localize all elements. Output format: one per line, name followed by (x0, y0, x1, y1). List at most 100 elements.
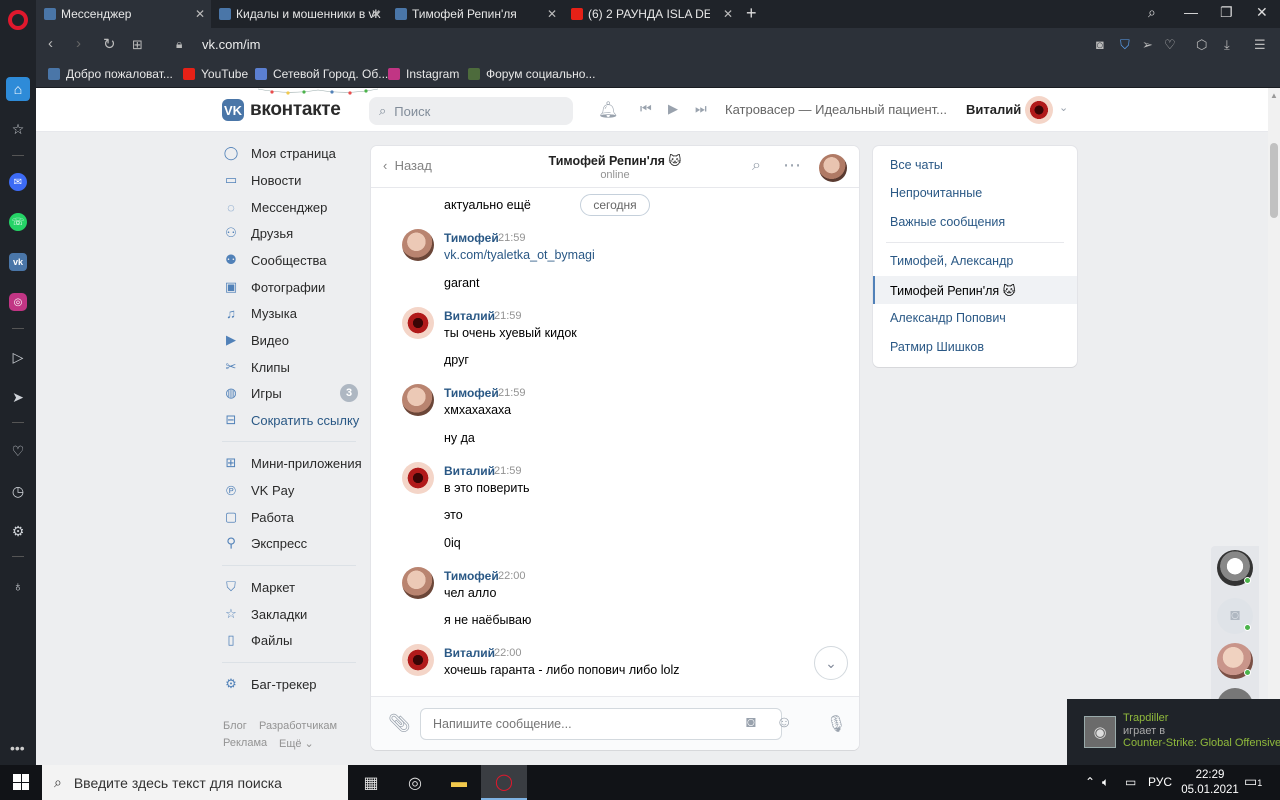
avatar[interactable] (402, 644, 434, 676)
chat-item[interactable]: Александр Попович (873, 304, 1077, 332)
url-field[interactable]: vk.com/im (202, 37, 261, 52)
menu-shorten-link[interactable]: ⊟ Сократить ссылку (222, 410, 362, 430)
close-icon[interactable]: ✕ (195, 7, 205, 21)
steam-notification[interactable]: ◉ Trapdiller играет в Counter-Strike: Gl… (1067, 699, 1280, 765)
header-username[interactable]: Виталий (966, 102, 1021, 117)
window-close-icon[interactable]: ✕ (1256, 4, 1268, 21)
messenger-icon[interactable]: ✉ (9, 173, 27, 191)
menu-mini-apps[interactable]: ⊞ Мини-приложения (222, 453, 362, 473)
steam-icon[interactable]: ◎ (392, 765, 438, 800)
forward-icon[interactable]: › (76, 35, 81, 52)
close-icon[interactable]: ✕ (547, 7, 557, 21)
history-icon[interactable]: ◷ (8, 481, 28, 501)
prev-track-icon[interactable]: ⏮︎ (640, 101, 652, 117)
message-author[interactable]: Тимофей (444, 386, 499, 400)
menu-friends[interactable]: ⚇ Друзья (222, 223, 362, 243)
home-icon[interactable]: ⌂ (6, 77, 30, 101)
vk-icon[interactable]: vk (9, 253, 27, 271)
tab-youtube[interactable]: (6) 2 РАУНДА ISLA DE MUE ✕ (563, 0, 739, 28)
clock[interactable]: 22:29 05.01.2021 (1180, 768, 1240, 798)
page-scrollbar[interactable]: ▲ (1268, 88, 1280, 765)
camera-icon[interactable]: ◙ (746, 714, 756, 732)
instagram-icon[interactable]: ◎ (9, 293, 27, 311)
minimize-icon[interactable]: — (1184, 4, 1198, 20)
filter-all-chats[interactable]: Все чаты (873, 151, 1077, 179)
message-input[interactable] (420, 708, 782, 740)
search-tabs-icon[interactable]: ⌕ (1148, 4, 1156, 21)
next-track-icon[interactable]: ⏭︎ (695, 101, 707, 117)
menu-music[interactable]: ♫ Музыка (222, 303, 362, 323)
footer-developers[interactable]: Разработчикам (259, 720, 337, 732)
favorite-icon[interactable]: ♡ (1164, 37, 1176, 53)
footer-more[interactable]: Ещё ⌄ (279, 737, 314, 750)
more-icon[interactable]: ••• (10, 740, 25, 756)
whatsapp-icon[interactable]: ☏ (9, 213, 27, 231)
share-icon[interactable]: ➢ (1142, 37, 1153, 53)
download-icon[interactable]: ⤓ (1224, 37, 1230, 53)
chat-item[interactable]: Тимофей, Александр (873, 247, 1077, 275)
date-divider[interactable]: сегодня (580, 194, 650, 216)
menu-games[interactable]: ◍ Игры 3 (222, 383, 362, 403)
footer-ads[interactable]: Реклама (223, 737, 267, 749)
reload-icon[interactable]: ↻ (103, 35, 116, 53)
scroll-down-button[interactable]: ⌄ (814, 646, 848, 680)
windows-start-icon[interactable] (13, 774, 29, 790)
menu-communities[interactable]: ⚉ Сообщества (222, 250, 362, 270)
chat-item-active[interactable]: Тимофей Репин'ля 🐱 (873, 276, 1077, 304)
speed-dial-icon[interactable]: ☆ (8, 119, 28, 139)
bookmark-forum[interactable]: Форум социально... (468, 67, 595, 81)
avatar[interactable] (402, 462, 434, 494)
menu-bookmarks[interactable]: ☆ Закладки (222, 604, 362, 624)
menu-messenger[interactable]: ◌ Мессенджер (222, 197, 362, 217)
language-indicator[interactable]: РУС (1148, 775, 1172, 789)
tabs-grid-icon[interactable]: ⊞ (132, 37, 143, 53)
more-icon[interactable]: ⋯ (783, 155, 801, 176)
microphone-icon[interactable]: 🎙︎ (826, 714, 846, 734)
settings-icon[interactable]: ⚙ (8, 521, 28, 541)
lock-icon[interactable]: 🔒︎ (176, 37, 182, 52)
bookmark-vk[interactable]: Добро пожаловат... (48, 67, 173, 81)
message-author[interactable]: Тимофей (444, 569, 499, 583)
tab-timofey[interactable]: Тимофей Репин'ля ✕ (387, 0, 563, 28)
box-icon[interactable]: ⬡ (1196, 37, 1207, 53)
avatar[interactable] (402, 567, 434, 599)
menu-market[interactable]: ⛉ Маркет (222, 577, 362, 597)
heart-icon[interactable]: ♡ (8, 441, 28, 461)
chat-avatar[interactable] (819, 154, 847, 182)
menu-video[interactable]: ▶ Видео (222, 330, 362, 350)
menu-express[interactable]: ⚲ Экспресс (222, 533, 362, 553)
volume-icon[interactable]: 🔈︎ (1102, 775, 1109, 790)
notifications-icon[interactable]: ▭1 (1244, 773, 1262, 790)
play-icon[interactable]: ▶ (668, 101, 678, 117)
menu-files[interactable]: ▯ Файлы (222, 630, 362, 650)
easy-setup-icon[interactable]: ☰ (1254, 37, 1266, 53)
message-link[interactable]: vk.com/tyaletka_ot_bymagi (444, 248, 595, 262)
current-track[interactable]: Катровасер — Идеальный пациент... (725, 102, 947, 117)
send-icon[interactable]: ➤ (8, 387, 28, 407)
bookmark-youtube[interactable]: YouTube (183, 67, 248, 81)
app-icon[interactable]: ▦ (348, 765, 394, 800)
filter-important[interactable]: Важные сообщения (873, 208, 1077, 236)
maximize-icon[interactable]: ❐ (1220, 4, 1233, 21)
scroll-up-icon[interactable]: ▲ (1270, 91, 1278, 100)
chat-item[interactable]: Ратмир Шишков (873, 333, 1077, 361)
vk-logo-text[interactable]: вконтакте (250, 99, 341, 121)
avatar[interactable] (402, 384, 434, 416)
menu-photos[interactable]: ▣ Фотографии (222, 277, 362, 297)
filter-unread[interactable]: Непрочитанные (873, 179, 1077, 207)
new-tab-icon[interactable]: + (746, 3, 757, 24)
paperclip-icon[interactable]: 📎︎ (388, 713, 411, 734)
close-icon[interactable]: ✕ (723, 7, 733, 21)
avatar[interactable] (402, 307, 434, 339)
smile-icon[interactable]: ☺ (776, 714, 792, 732)
menu-vk-pay[interactable]: ℗ VK Pay (222, 480, 362, 500)
avatar[interactable] (402, 229, 434, 261)
tray-chevron-icon[interactable]: ⌃ (1085, 775, 1095, 789)
message-author[interactable]: Виталий (444, 464, 495, 478)
avatar[interactable] (1025, 96, 1053, 124)
search-input[interactable]: ⌕ Поиск (369, 97, 573, 125)
player-icon[interactable]: ▷ (8, 347, 28, 367)
menu-clips[interactable]: ✂ Клипы (222, 357, 362, 377)
close-icon[interactable]: ✕ (371, 7, 381, 21)
menu-bug-tracker[interactable]: ⚙ Баг-трекер (222, 674, 362, 694)
